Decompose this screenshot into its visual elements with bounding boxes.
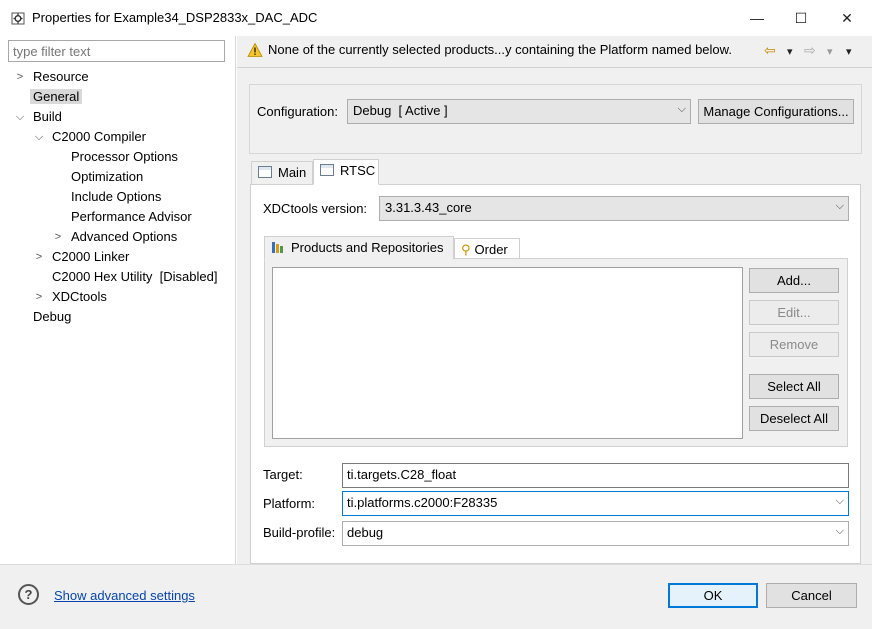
xdctools-version-label: XDCtools version:: [263, 201, 368, 216]
chevron-down-icon: ⌵: [835, 495, 844, 507]
subtab-order[interactable]: ⚲ Order: [454, 238, 520, 260]
tree-item-resource[interactable]: Resource: [33, 67, 89, 87]
configuration-label: Configuration:: [257, 104, 338, 119]
tree-item-label: Include Options: [71, 189, 162, 204]
close-button[interactable]: ✕: [824, 0, 870, 36]
show-advanced-settings-link[interactable]: Show advanced settings: [54, 588, 195, 603]
add-button[interactable]: Add...: [749, 268, 839, 293]
tree-item-c2000-compiler[interactable]: C2000 Compiler: [52, 127, 146, 147]
status-message: None of the currently selected products.…: [268, 42, 732, 57]
build-profile-select[interactable]: debug ⌵: [342, 521, 849, 546]
build-profile-label: Build-profile:: [263, 525, 336, 540]
tree-item-label: Processor Options: [71, 149, 178, 164]
configuration-value: Debug [ Active ]: [353, 103, 448, 118]
tree-item-label: Optimization: [71, 169, 144, 184]
subtab-label: Order: [474, 242, 508, 257]
tree-item-c2000-hex-utility[interactable]: C2000 Hex Utility [Disabled]: [52, 267, 217, 287]
minimize-button[interactable]: —: [734, 0, 780, 36]
target-label: Target:: [263, 467, 303, 482]
edit-button: Edit...: [749, 300, 839, 325]
tree-item-label: C2000 Linker: [52, 249, 130, 264]
filter-input[interactable]: [8, 40, 225, 62]
tree-item-label: C2000 Hex Utility [Disabled]: [52, 269, 218, 284]
tree-item-xdctools[interactable]: XDCtools: [52, 287, 107, 307]
chevron-down-icon: ⌵: [835, 525, 844, 537]
subtab-products-and-repositories[interactable]: Products and Repositories: [264, 236, 454, 260]
help-icon[interactable]: ?: [18, 584, 39, 605]
build-profile-value: debug: [347, 525, 384, 540]
forward-dropdown-icon[interactable]: ▾: [827, 45, 833, 63]
maximize-button[interactable]: ☐: [778, 0, 824, 36]
tree-item-c2000-linker[interactable]: C2000 Linker: [52, 247, 129, 267]
tab-label: Main: [278, 165, 307, 180]
gear-properties-icon: [11, 12, 25, 25]
order-icon: ⚲: [461, 242, 471, 257]
manage-configurations-button[interactable]: Manage Configurations...: [698, 99, 854, 124]
repository-icon: [272, 242, 283, 253]
chevron-right-icon[interactable]: >: [33, 247, 45, 267]
tree-item-debug[interactable]: Debug: [33, 307, 71, 327]
ok-button[interactable]: OK: [668, 583, 758, 608]
cancel-button[interactable]: Cancel: [766, 583, 857, 608]
tab-label: RTSC: [340, 163, 376, 178]
tree-item-processor-options[interactable]: Processor Options: [71, 147, 178, 167]
select-all-button[interactable]: Select All: [749, 374, 839, 399]
platform-value: ti.platforms.c2000:F28335: [347, 495, 498, 510]
tab-page-icon: [320, 164, 334, 176]
tree-item-label: General: [30, 89, 83, 104]
tree-item-label: Build: [33, 109, 62, 124]
tab-page-icon: [258, 166, 272, 178]
view-menu-icon[interactable]: ▾: [846, 45, 852, 63]
tree-item-label: C2000 Compiler: [52, 129, 146, 144]
chevron-down-icon: ⌵: [835, 200, 844, 212]
warning-icon: [247, 42, 263, 57]
tree-item-general[interactable]: General: [30, 87, 83, 107]
tab-main[interactable]: Main: [251, 161, 313, 185]
platform-select[interactable]: ti.platforms.c2000:F28335 ⌵: [342, 491, 849, 516]
tree-item-label: XDCtools: [52, 289, 107, 304]
tree-item-optimization[interactable]: Optimization: [71, 167, 143, 187]
back-arrow-icon[interactable]: ⇦: [764, 42, 776, 60]
target-field[interactable]: ti.targets.C28_float: [342, 463, 849, 488]
chevron-right-icon[interactable]: >: [52, 227, 64, 247]
forward-arrow-icon[interactable]: ⇨: [804, 42, 816, 60]
deselect-all-button[interactable]: Deselect All: [749, 406, 839, 431]
tree-item-advanced-options[interactable]: Advanced Options: [71, 227, 177, 247]
chevron-down-icon: ⌵: [677, 103, 686, 115]
tree-item-performance-advisor[interactable]: Performance Advisor: [71, 207, 192, 227]
remove-button: Remove: [749, 332, 839, 357]
configuration-select[interactable]: Debug [ Active ] ⌵: [347, 99, 691, 124]
chevron-right-icon[interactable]: >: [14, 67, 26, 87]
chevron-down-icon[interactable]: ⌵: [14, 107, 26, 127]
xdctools-version-select[interactable]: 3.31.3.43_core ⌵: [379, 196, 849, 221]
back-dropdown-icon[interactable]: ▾: [787, 45, 793, 63]
tree-item-build[interactable]: Build: [33, 107, 62, 127]
tree-item-include-options[interactable]: Include Options: [71, 187, 161, 207]
products-list[interactable]: [272, 267, 743, 439]
tree-item-label: Performance Advisor: [71, 209, 192, 224]
window-title: Properties for Example34_DSP2833x_DAC_AD…: [32, 10, 318, 25]
subtab-label: Products and Repositories: [291, 240, 444, 255]
tree-item-label: Debug: [33, 309, 72, 324]
tab-rtsc[interactable]: RTSC: [313, 159, 379, 185]
chevron-right-icon[interactable]: >: [33, 287, 45, 307]
platform-label: Platform:: [263, 496, 316, 511]
chevron-down-icon[interactable]: ⌵: [33, 127, 45, 147]
tree-item-label: Resource: [33, 69, 89, 84]
tree-item-label: Advanced Options: [71, 229, 178, 244]
xdctools-version-value: 3.31.3.43_core: [385, 200, 472, 215]
